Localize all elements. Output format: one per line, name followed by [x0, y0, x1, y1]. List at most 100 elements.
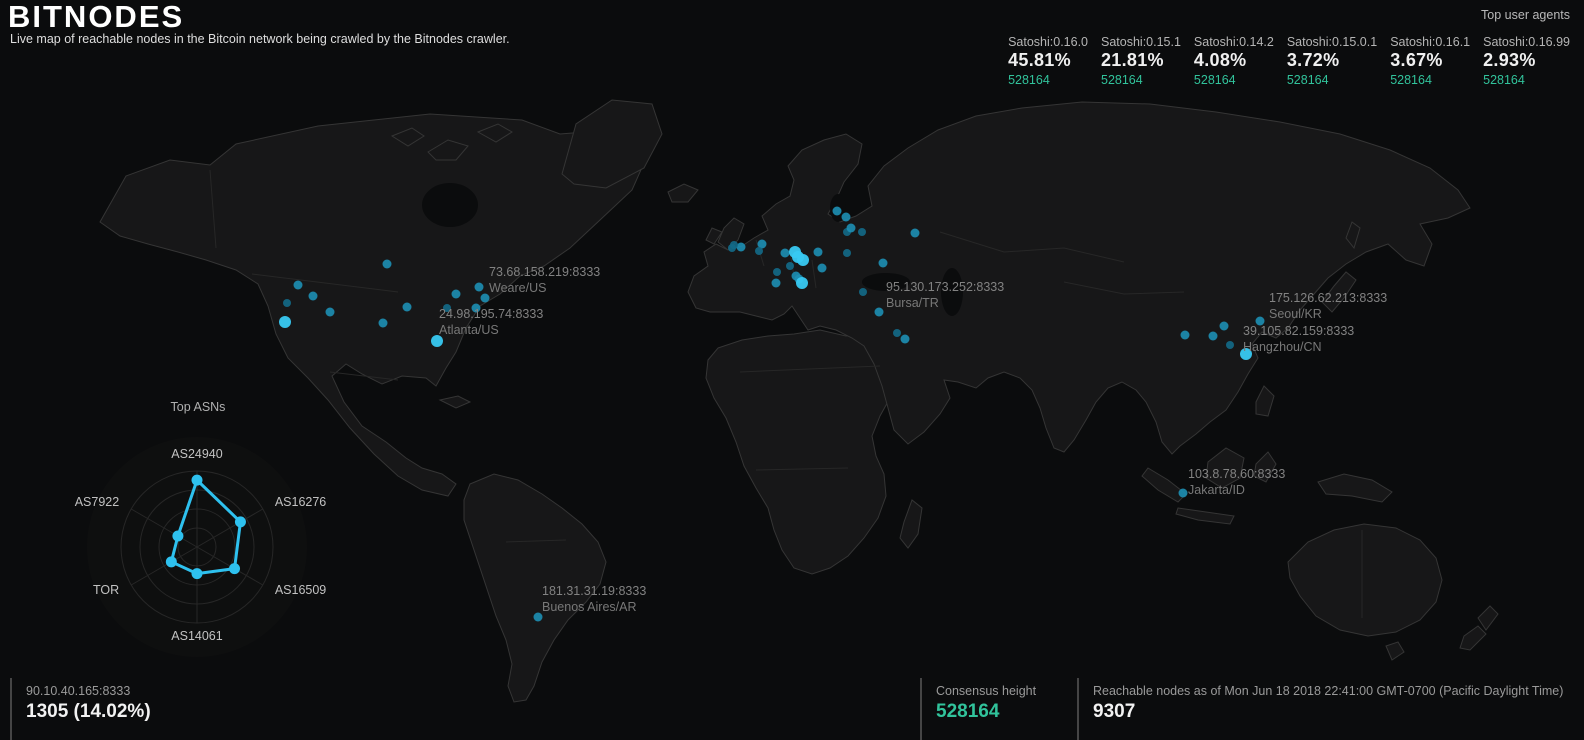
- sulawesi: [1253, 451, 1277, 483]
- borneo: [1205, 447, 1245, 489]
- node-dot[interactable]: [1178, 488, 1188, 498]
- node-dot[interactable]: [533, 612, 543, 622]
- node-dot[interactable]: [817, 263, 827, 273]
- user-agent-height: 528164: [1101, 73, 1143, 87]
- node-dot[interactable]: [780, 248, 790, 258]
- node-dot[interactable]: [797, 254, 809, 266]
- node-dot[interactable]: [786, 262, 794, 270]
- node-dot[interactable]: [841, 212, 851, 222]
- node-dot[interactable]: [378, 318, 388, 328]
- selected-node-panel: 90.10.40.165:8333 1305 (14.02%): [10, 678, 151, 740]
- node-dot[interactable]: [813, 247, 823, 257]
- node-dot[interactable]: [878, 258, 888, 268]
- new-guinea: [1317, 473, 1393, 503]
- consensus-height-label: Consensus height: [936, 684, 1037, 698]
- user-agent-percent: 45.81%: [1008, 50, 1071, 70]
- user-agent-column: Satoshi:0.14.2 4.08% 528164: [1194, 35, 1274, 88]
- node-dot[interactable]: [773, 268, 781, 276]
- node-dot[interactable]: [910, 228, 920, 238]
- radar-vertex-dot: [229, 563, 241, 575]
- user-agent-percent: 3.67%: [1390, 50, 1443, 70]
- node-dot[interactable]: [728, 244, 736, 252]
- node-dot[interactable]: [443, 304, 451, 312]
- user-agent-height: 528164: [1286, 73, 1329, 87]
- node-dot[interactable]: [1219, 321, 1229, 331]
- node-dot[interactable]: [1208, 331, 1218, 341]
- user-agent-name[interactable]: Satoshi:0.16.0: [1008, 35, 1088, 50]
- user-agent-height: 528164: [1390, 73, 1432, 87]
- user-agent-name[interactable]: Satoshi:0.15.1: [1101, 35, 1181, 50]
- user-agent-name[interactable]: Satoshi:0.16.1: [1390, 35, 1470, 50]
- user-agent-column: Satoshi:0.15.0.1 3.72% 528164: [1287, 35, 1377, 88]
- node-dot[interactable]: [858, 228, 866, 236]
- node-dot[interactable]: [736, 242, 746, 252]
- australia: [1287, 523, 1443, 637]
- node-dot[interactable]: [832, 206, 842, 216]
- radar-axis-label: AS24940: [171, 447, 222, 461]
- node-dot[interactable]: [755, 247, 763, 255]
- top-user-agents-row: Satoshi:0.16.0 45.81% 528164 Satoshi:0.15.1…: [1008, 35, 1570, 88]
- node-dot[interactable]: [283, 299, 291, 307]
- user-agent-percent: 2.93%: [1483, 50, 1536, 70]
- node-dot[interactable]: [900, 334, 910, 344]
- new-zealand-north: [1477, 605, 1499, 631]
- node-dot[interactable]: [843, 249, 851, 257]
- black-sea: [862, 273, 910, 291]
- hudson-bay: [422, 183, 478, 227]
- node-dot[interactable]: [893, 329, 901, 337]
- node-dot[interactable]: [293, 280, 303, 290]
- radar-vertex-dot: [234, 516, 246, 528]
- user-agent-column: Satoshi:0.16.0 45.81% 528164: [1008, 35, 1088, 88]
- user-agent-name[interactable]: Satoshi:0.14.2: [1194, 35, 1274, 50]
- radar-axis-label: AS14061: [171, 629, 222, 643]
- node-dot[interactable]: [771, 278, 781, 288]
- user-agent-column: Satoshi:0.15.1 21.81% 528164: [1101, 35, 1181, 88]
- user-agent-name[interactable]: Satoshi:0.16.99: [1483, 35, 1570, 50]
- reachable-nodes-label: Reachable nodes as of Mon Jun 18 2018 22…: [1093, 684, 1564, 698]
- node-dot[interactable]: [874, 307, 884, 317]
- radar-axis-label: AS16509: [275, 583, 326, 597]
- user-agent-column: Satoshi:0.16.1 3.67% 528164: [1390, 35, 1470, 88]
- reachable-nodes-panel: Reachable nodes as of Mon Jun 18 2018 22…: [1077, 678, 1563, 740]
- node-dot[interactable]: [1180, 330, 1190, 340]
- user-agent-name[interactable]: Satoshi:0.15.0.1: [1287, 35, 1377, 50]
- selected-node-count: 1305 (14.02%): [26, 701, 151, 722]
- user-agent-height: 528164: [1193, 73, 1236, 87]
- node-dot[interactable]: [402, 302, 412, 312]
- node-dot[interactable]: [1226, 341, 1234, 349]
- reachable-nodes-count: 9307: [1093, 701, 1136, 722]
- madagascar: [899, 499, 923, 549]
- node-dot[interactable]: [308, 291, 318, 301]
- node-dot[interactable]: [1240, 348, 1252, 360]
- iceland: [667, 183, 699, 203]
- user-agent-height: 528164: [1008, 73, 1050, 87]
- radar-axis-label: AS16276: [275, 495, 326, 509]
- node-dot[interactable]: [471, 303, 481, 313]
- user-agent-percent: 3.72%: [1286, 50, 1340, 70]
- greenland: [561, 99, 663, 189]
- radar-vertex-dot: [165, 556, 177, 568]
- node-dot[interactable]: [1255, 316, 1265, 326]
- node-dot[interactable]: [480, 293, 490, 303]
- user-agent-percent: 4.08%: [1193, 50, 1247, 70]
- node-dot[interactable]: [431, 335, 443, 347]
- user-agent-column: Satoshi:0.16.99 2.93% 528164: [1483, 35, 1570, 88]
- node-dot[interactable]: [859, 288, 867, 296]
- node-dot[interactable]: [846, 223, 856, 233]
- node-dot[interactable]: [451, 289, 461, 299]
- node-dot[interactable]: [474, 282, 484, 292]
- cuba: [438, 395, 472, 409]
- bitnodes-logo[interactable]: BITNODES: [8, 0, 184, 34]
- sumatra: [1141, 467, 1187, 503]
- caspian-sea: [941, 268, 963, 316]
- radar-axis-label: AS7922: [75, 495, 120, 509]
- selected-node-ip: 90.10.40.165:8333: [26, 684, 131, 698]
- node-dot[interactable]: [382, 259, 392, 269]
- node-dot[interactable]: [796, 277, 808, 289]
- java: [1175, 507, 1235, 525]
- node-dot[interactable]: [279, 316, 291, 328]
- radar-vertex-dot: [191, 568, 203, 580]
- node-dot[interactable]: [325, 307, 335, 317]
- tasmania: [1385, 641, 1405, 661]
- philippines: [1255, 385, 1275, 417]
